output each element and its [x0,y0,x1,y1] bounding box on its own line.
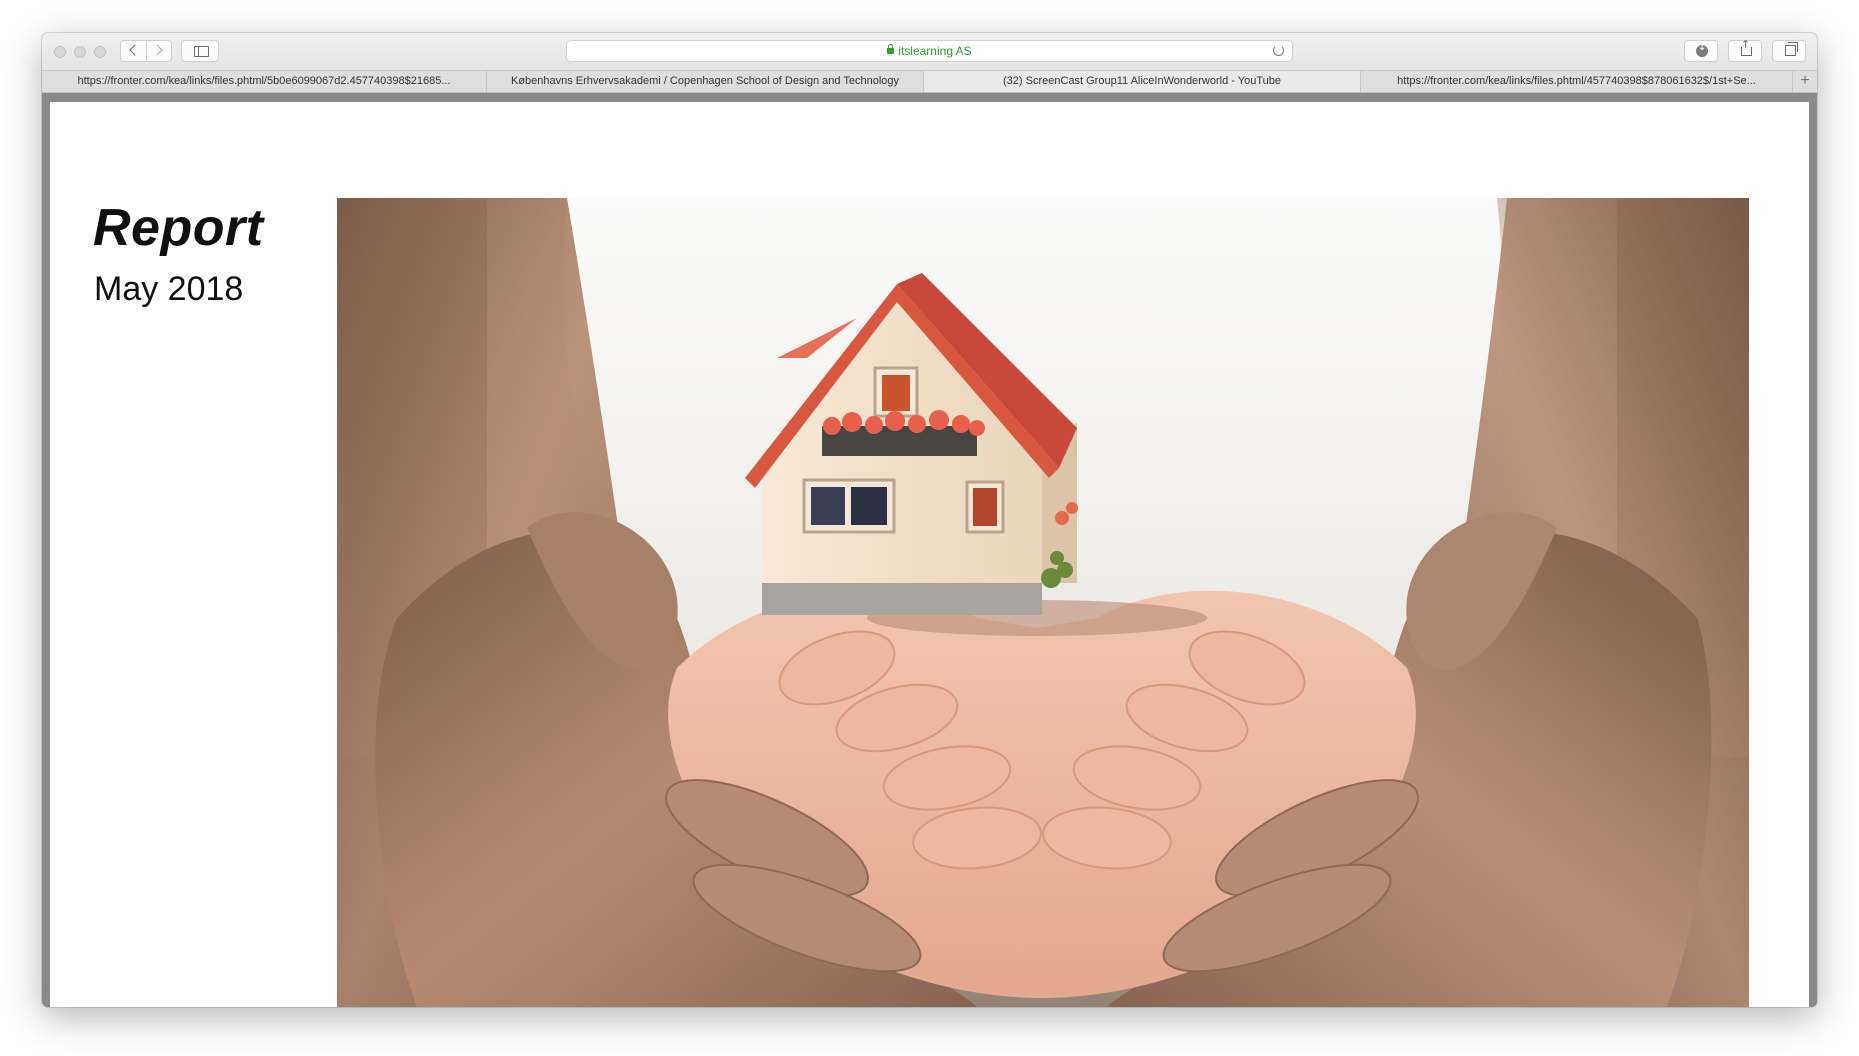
site-name: itslearning AS [898,44,972,58]
lock-icon [887,44,895,54]
forward-button[interactable] [147,41,172,61]
tab-fronter-files-2[interactable]: https://fronter.com/kea/links/files.phtm… [1361,71,1793,92]
back-button[interactable] [121,41,147,61]
share-button[interactable] [1728,38,1762,62]
download-icon [1696,42,1708,57]
chevron-left-icon [129,44,141,56]
sidebar-icon [194,46,209,57]
sidebar-toggle-button[interactable] [181,40,219,62]
share-icon [1741,38,1752,56]
close-window-button[interactable] [54,46,66,58]
page-content: Report May 2018 [50,102,1809,1007]
minimize-window-button[interactable] [74,46,86,58]
chevron-right-icon [151,44,163,56]
new-tab-button[interactable]: + [1793,71,1817,92]
page-title: Report [93,199,264,257]
history-nav [120,40,172,62]
hero-image [337,198,1749,1007]
tab-fronter-files-1[interactable]: https://fronter.com/kea/links/files.phtm… [42,71,487,92]
address-display: itslearning AS [567,44,1292,58]
page-subtitle: May 2018 [94,270,244,308]
hands-holding-house-illustration [337,198,1749,1007]
tabs-overview-icon [1785,42,1798,56]
tab-kea[interactable]: Københavns Erhvervsakademi / Copenhagen … [487,71,924,92]
reload-icon[interactable] [1273,45,1284,56]
tab-bar: https://fronter.com/kea/links/files.phtm… [42,70,1817,93]
downloads-button[interactable] [1684,40,1718,62]
address-bar[interactable]: itslearning AS [566,40,1293,62]
show-all-tabs-button[interactable] [1772,40,1806,62]
browser-window: itslearning AS https://fronter.com/kea/l… [42,33,1817,1007]
tab-youtube[interactable]: (32) ScreenCast Group11 AliceInWonderwor… [924,71,1361,92]
browser-toolbar: itslearning AS [42,33,1817,70]
zoom-window-button[interactable] [94,46,106,58]
